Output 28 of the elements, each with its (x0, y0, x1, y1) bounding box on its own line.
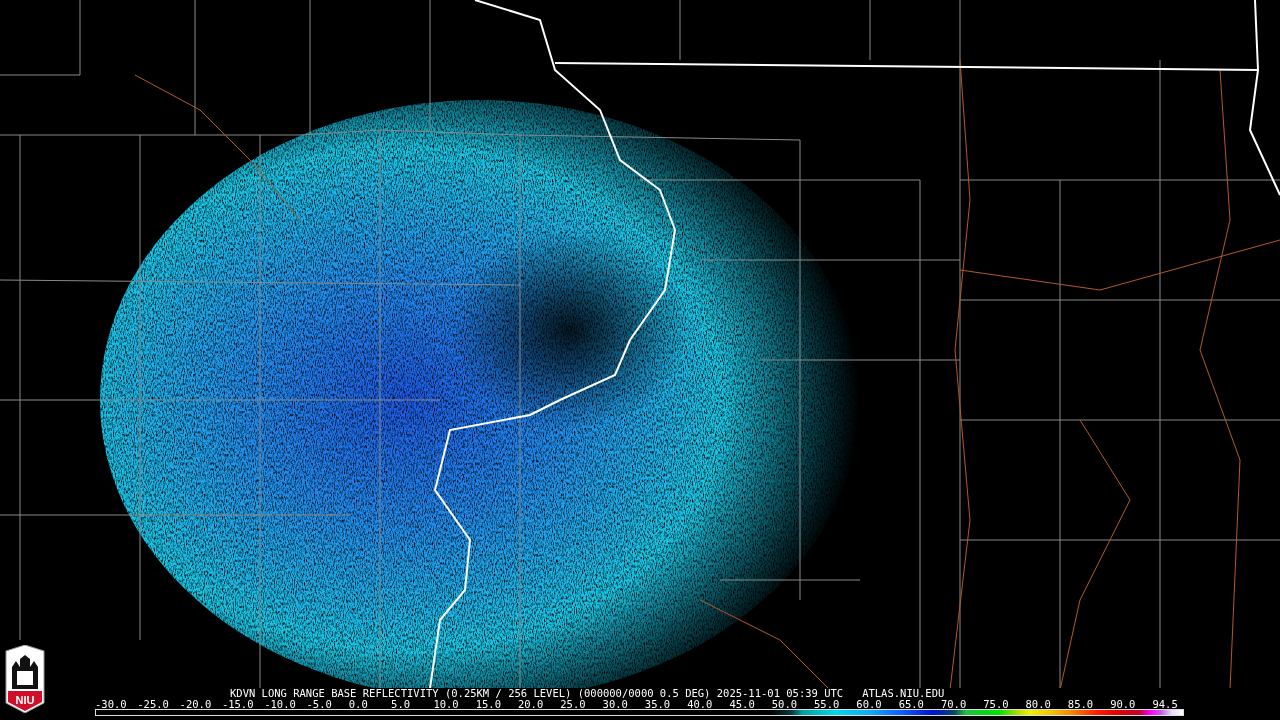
scale-label: 60.0 (856, 699, 883, 709)
scale-label: 55.0 (814, 699, 841, 709)
scale-label: 15.0 (475, 699, 502, 709)
scale-label: 50.0 (771, 699, 799, 709)
scale-label: 65.0 (898, 699, 925, 709)
scale-label: 40.0 (687, 699, 714, 709)
scale-label: 85.0 (1067, 699, 1095, 709)
scale-label: -25.0 (137, 699, 170, 709)
scale-label: -5.0 (306, 699, 333, 709)
scale-label: 70.0 (940, 699, 968, 709)
scale-label: 80.0 (1025, 699, 1052, 709)
scale-label: 75.0 (983, 699, 1010, 709)
scale-label: -20.0 (179, 699, 213, 709)
scale-label: 94.5 (1152, 699, 1179, 709)
scale-label: 0.0 (348, 699, 369, 709)
scale-label: 10.0 (433, 699, 459, 709)
scale-label: 35.0 (644, 699, 672, 709)
scale-label: 30.0 (602, 699, 628, 709)
scale-label: 25.0 (560, 699, 586, 709)
scale-label: 45.0 (729, 699, 756, 709)
scale-label: -30.0 (95, 699, 128, 709)
product-title: KDVN LONG RANGE BASE REFLECTIVITY (0.25KM / 256 LEVEL) (000000/0000 0.5 DEG) 2025-11-01 05:39 UTC ATLAS.NIU.EDU (230, 688, 946, 699)
scale-label: 20.0 (517, 699, 544, 709)
scale-label: 90.0 (1110, 699, 1137, 709)
scale-label: -15.0 (221, 699, 255, 709)
logo-text: NIU (15, 694, 35, 706)
scale-label: 5.0 (391, 699, 412, 709)
scale-label: -10.0 (264, 699, 297, 709)
